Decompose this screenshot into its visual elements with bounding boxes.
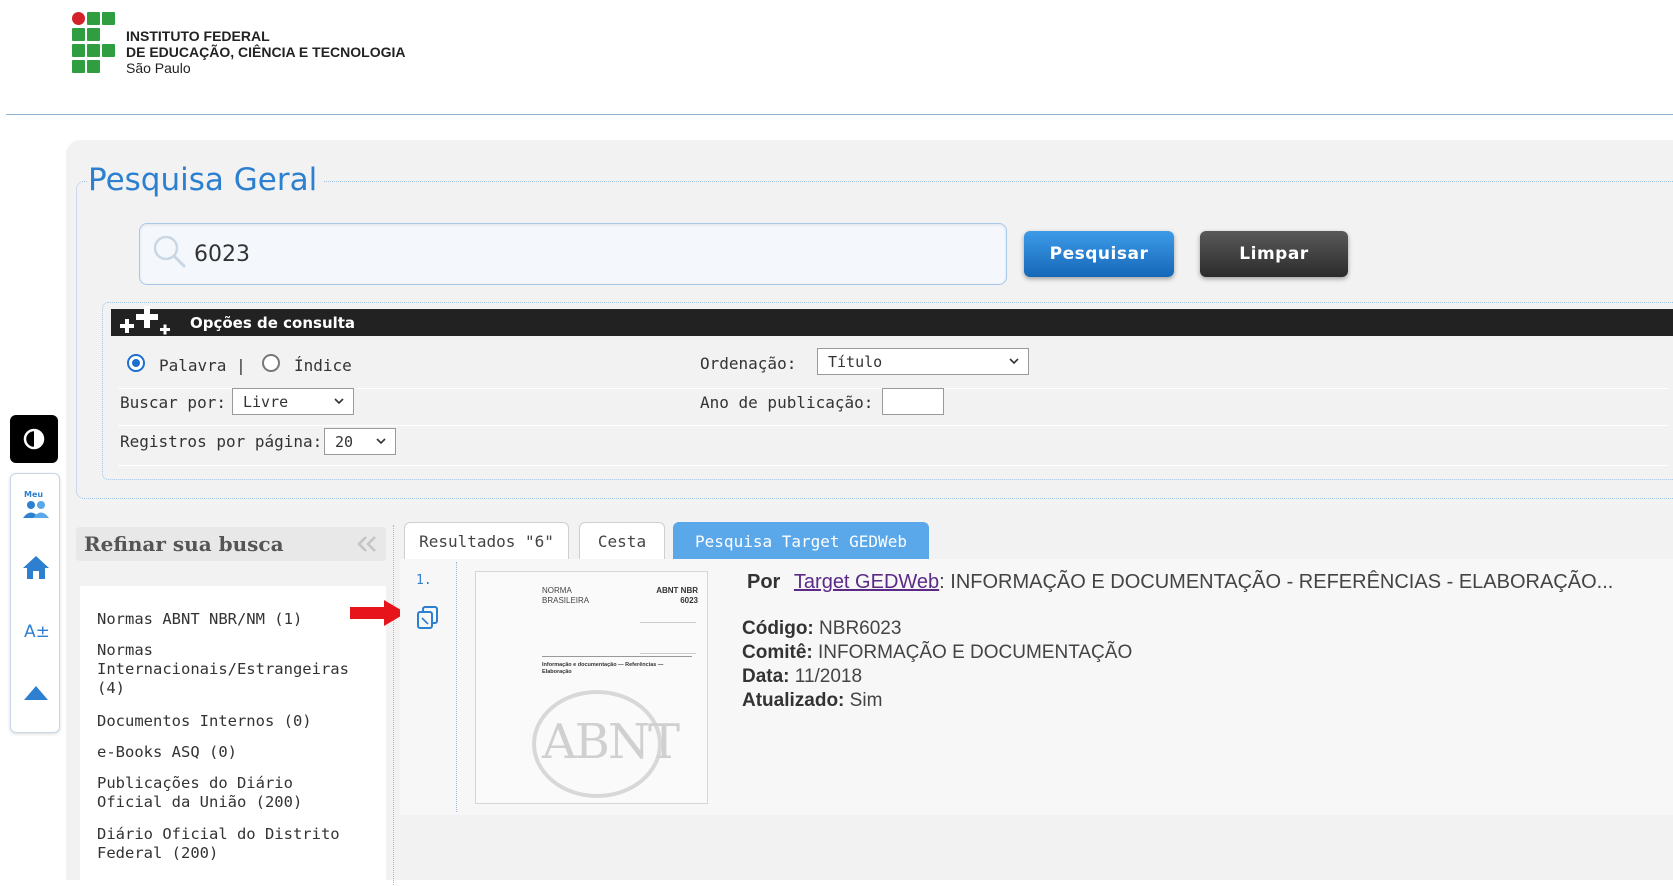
thumb-brasileira: BRASILEIRA — [542, 596, 590, 605]
page-title: Pesquisa Geral — [88, 162, 324, 198]
search-icon — [153, 235, 186, 268]
search-by-select[interactable]: Livre — [232, 388, 354, 415]
result-title-line: Por Target GEDWeb: INFORMAÇÃO E DOCUMENT… — [747, 571, 1613, 594]
result-date-label: Data: — [742, 666, 790, 687]
radio-index[interactable] — [262, 354, 280, 372]
publication-year-input[interactable] — [882, 388, 944, 415]
result-committee-label: Comitê: — [742, 642, 813, 663]
result-updated-value: Sim — [849, 690, 883, 711]
my-area-button[interactable]: Meu — [23, 490, 49, 520]
refine-item-abnt[interactable]: Normas ABNT NBR/NM (1) — [97, 610, 367, 629]
home-icon[interactable] — [22, 554, 50, 580]
results-divider — [456, 562, 458, 812]
institution-line1: INSTITUTO FEDERAL — [126, 28, 270, 44]
result-date: Data: 11/2018 — [742, 666, 862, 688]
query-options-title: Opções de consulta — [190, 314, 356, 332]
header-divider — [6, 114, 1673, 115]
search-by-value: Livre — [243, 392, 289, 411]
institution-name: INSTITUTO FEDERAL DE EDUCAÇÃO, CIÊNCIA E… — [126, 28, 406, 76]
refine-item-ebooks[interactable]: e-Books ASQ (0) — [97, 743, 367, 762]
institution-line3: São Paulo — [126, 60, 191, 76]
result-date-value: 11/2018 — [794, 666, 863, 687]
publication-year-label: Ano de publicação: — [700, 393, 874, 412]
result-index: 1. — [416, 573, 432, 588]
refine-item-dodf[interactable]: Diário Oficial do Distrito Federal (200) — [97, 825, 367, 863]
refine-title: Refinar sua busca — [84, 532, 284, 556]
tab-results[interactable]: Resultados "6" — [404, 522, 569, 560]
radio-word-label: Palavra | — [159, 356, 246, 375]
annotation-arrow-icon — [350, 600, 406, 626]
result-by-label: Por — [747, 571, 781, 593]
scroll-top-icon[interactable] — [23, 684, 49, 702]
records-per-page-select[interactable]: 20 — [324, 428, 396, 455]
thumb-abnt-logo: ABNT — [542, 714, 680, 770]
thumb-abnt-nbr: ABNT NBR — [656, 586, 698, 595]
institution-line2: DE EDUCAÇÃO, CIÊNCIA E TECNOLOGIA — [126, 44, 406, 60]
result-committee-value: INFORMAÇÃO E DOCUMENTAÇÃO — [818, 642, 1133, 663]
result-code: Código: NBR6023 — [742, 618, 901, 640]
options-separator-3 — [118, 465, 1668, 466]
result-updated-label: Atualizado: — [742, 690, 845, 711]
refine-item-internal[interactable]: Documentos Internos (0) — [97, 712, 367, 731]
radio-index-label: Índice — [294, 356, 352, 375]
records-per-page-value: 20 — [335, 432, 354, 451]
expand-plus-icon[interactable] — [116, 306, 176, 338]
thumb-norma: NORMA — [542, 586, 572, 595]
refine-item-international[interactable]: Normas Internacionais/Estrangeiras (4) — [97, 641, 349, 698]
result-title: : INFORMAÇÃO E DOCUMENTAÇÃO - REFERÊNCIA… — [939, 571, 1614, 593]
order-select[interactable]: Título — [817, 348, 1029, 375]
collapse-double-chevron-icon[interactable] — [355, 535, 379, 553]
my-area-label: Meu — [24, 490, 44, 499]
result-committee: Comitê: INFORMAÇÃO E DOCUMENTAÇÃO — [742, 642, 1132, 664]
result-code-value: NBR6023 — [819, 618, 902, 639]
thumb-subtitle: Informação e documentação — Referências … — [542, 662, 664, 675]
result-author-link[interactable]: Target GEDWeb — [794, 571, 939, 593]
institute-logo — [72, 12, 120, 76]
copy-icon[interactable] — [414, 603, 442, 631]
chevron-down-icon — [334, 398, 344, 405]
options-separator-2 — [118, 425, 1668, 426]
search-by-label: Buscar por: — [120, 393, 226, 412]
order-value: Título — [828, 352, 883, 371]
result-updated: Atualizado: Sim — [742, 690, 882, 712]
document-thumbnail[interactable]: NORMA BRASILEIRA ABNT NBR 6023 Informaçã… — [475, 571, 708, 804]
font-size-button[interactable]: A± — [24, 622, 50, 642]
contrast-button[interactable] — [10, 415, 58, 463]
chevron-down-icon — [1009, 358, 1019, 365]
radio-word[interactable] — [127, 354, 145, 372]
order-label: Ordenação: — [700, 354, 797, 373]
thumb-number: 6023 — [680, 596, 698, 605]
tab-basket[interactable]: Cesta — [579, 522, 665, 560]
chevron-down-icon — [376, 438, 386, 445]
accessibility-bar: Meu A± — [10, 473, 60, 733]
user-group-icon — [23, 501, 49, 518]
tab-target-gedweb[interactable]: Pesquisa Target GEDWeb — [673, 522, 929, 560]
contrast-icon — [23, 428, 45, 450]
records-per-page-label: Registros por página: — [120, 432, 323, 451]
search-input[interactable] — [194, 238, 974, 270]
column-divider — [393, 525, 395, 885]
refine-item-dou[interactable]: Publicações do Diário Oficial da União (… — [97, 774, 367, 812]
clear-button[interactable]: Limpar — [1200, 231, 1348, 277]
search-button[interactable]: Pesquisar — [1024, 231, 1174, 277]
result-code-label: Código: — [742, 618, 814, 639]
